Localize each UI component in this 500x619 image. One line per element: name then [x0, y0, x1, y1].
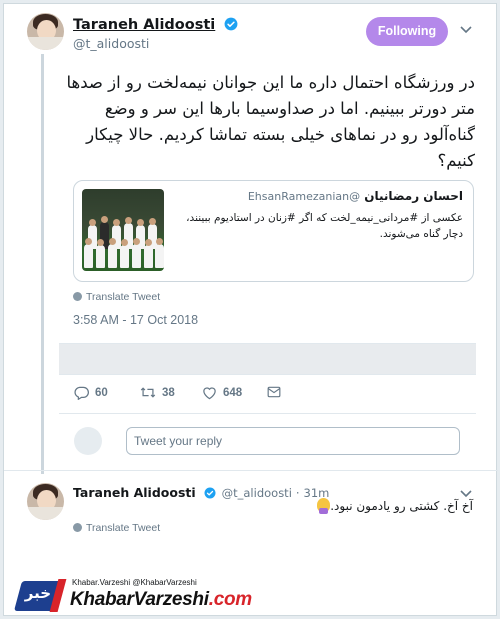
- quoted-author-name: احسان رمضانیان: [364, 189, 463, 203]
- current-user-avatar: [74, 427, 102, 455]
- reply-icon: [74, 386, 89, 400]
- quoted-tweet[interactable]: احسان رمضانیان @EhsanRamezanian عکسی از …: [73, 180, 474, 282]
- quoted-author: احسان رمضانیان @EhsanRamezanian: [248, 189, 463, 203]
- reply-translate-tweet-link[interactable]: Translate Tweet: [73, 522, 160, 534]
- retweet-action[interactable]: 38: [140, 386, 175, 399]
- divider: [4, 470, 498, 471]
- reply-count: 60: [95, 387, 108, 399]
- retweet-icon: [140, 387, 156, 398]
- reply-input[interactable]: Tweet your reply: [126, 427, 460, 455]
- woman-gesturing-emoji-icon: [317, 498, 331, 514]
- quoted-tweet-text: عکسی از #مردانی_نیمه_لخت که اگر #زنان در…: [186, 212, 463, 240]
- translate-tweet-link[interactable]: Translate Tweet: [73, 291, 160, 303]
- like-action[interactable]: 648: [202, 386, 242, 400]
- likers-strip: [59, 343, 476, 375]
- like-count: 648: [223, 387, 243, 399]
- translate-label: Translate Tweet: [86, 291, 161, 303]
- team-photo-image: [82, 189, 164, 271]
- chevron-down-icon[interactable]: [460, 26, 472, 34]
- verified-badge-icon: [224, 17, 238, 31]
- tweet-thread-card: Taraneh Alidoosti @t_alidoosti Following…: [3, 3, 498, 616]
- author-avatar[interactable]: [27, 13, 64, 50]
- globe-icon: [73, 523, 82, 532]
- message-icon: [267, 386, 281, 398]
- chevron-down-icon[interactable]: [460, 490, 472, 498]
- direct-message-action[interactable]: [267, 386, 281, 398]
- globe-icon: [73, 292, 82, 301]
- retweet-count: 38: [162, 386, 175, 399]
- reply-translate-label: Translate Tweet: [86, 522, 161, 534]
- reply-action[interactable]: 60: [74, 386, 108, 400]
- heart-icon: [203, 387, 216, 400]
- author-handle[interactable]: @t_alidoosti: [73, 36, 238, 51]
- reply-author-avatar[interactable]: [27, 483, 64, 520]
- watermark-brand: KhabarVarzeshi.com: [70, 589, 252, 610]
- tweet-timestamp[interactable]: 3:58 AM - 17 Oct 2018: [73, 313, 198, 327]
- author-name[interactable]: Taraneh Alidoosti: [73, 17, 215, 33]
- khabarvarzeshi-watermark: خبر Khabar.Varzeshi @KhabarVarzeshi Khab…: [13, 577, 318, 615]
- reply-text-content: آخ آخ. کشتی رو یادمون نبود.: [330, 499, 473, 513]
- divider: [59, 413, 476, 414]
- following-button[interactable]: Following: [366, 17, 448, 46]
- reply-tweet-text: آخ آخ. کشتی رو یادمون نبود.: [73, 498, 473, 514]
- author-header: Taraneh Alidoosti @t_alidoosti: [73, 14, 238, 51]
- quoted-author-handle: @EhsanRamezanian: [247, 190, 361, 203]
- tweet-text: در ورزشگاه احتمال داره ما این جوانان نیم…: [66, 73, 475, 170]
- thread-connector-line: [41, 54, 44, 474]
- watermark-social-handles: Khabar.Varzeshi @KhabarVarzeshi: [72, 578, 197, 587]
